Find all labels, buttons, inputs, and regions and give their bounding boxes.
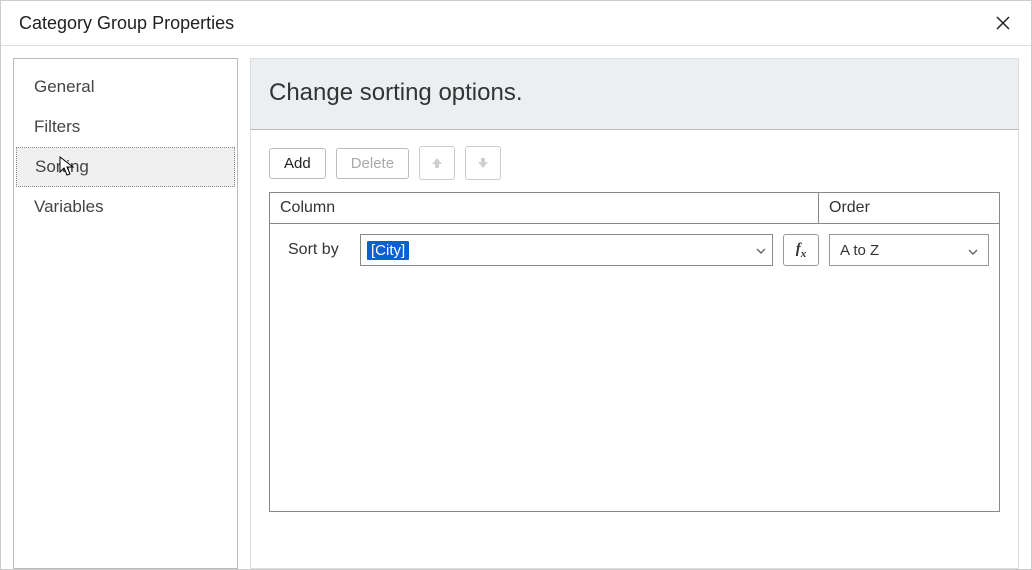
close-icon — [996, 16, 1010, 30]
move-down-button[interactable] — [465, 146, 501, 180]
grid-header-column: Column — [270, 193, 819, 223]
titlebar: Category Group Properties — [1, 1, 1031, 45]
close-button[interactable] — [989, 9, 1017, 37]
sidebar-item-label: Filters — [34, 117, 80, 136]
toolbar: Add Delete — [269, 146, 1000, 180]
main-panel: Change sorting options. Add Delete Colum… — [250, 58, 1019, 569]
column-combo[interactable]: [City] — [360, 234, 773, 266]
delete-button[interactable]: Delete — [336, 148, 409, 179]
panel-header: Change sorting options. — [250, 58, 1019, 129]
order-combo[interactable]: A to Z — [829, 234, 989, 266]
column-combo-value: [City] — [367, 241, 409, 260]
sidebar-item-general[interactable]: General — [14, 67, 237, 107]
panel-body: Add Delete Column Order Sort by — [250, 129, 1019, 569]
move-up-button[interactable] — [419, 146, 455, 180]
dialog-title: Category Group Properties — [19, 13, 234, 34]
arrow-down-icon — [476, 156, 490, 170]
sort-by-label: Sort by — [280, 241, 350, 259]
content: General Filters Sorting Variables Change… — [1, 45, 1031, 569]
sidebar-item-filters[interactable]: Filters — [14, 107, 237, 147]
sort-grid: Column Order Sort by [City] fx — [269, 192, 1000, 512]
chevron-down-icon — [756, 243, 766, 257]
grid-row: Sort by [City] fx A to Z — [270, 224, 999, 276]
order-combo-value: A to Z — [840, 242, 879, 259]
sidebar-item-variables[interactable]: Variables — [14, 187, 237, 227]
sidebar-item-label: Sorting — [35, 157, 89, 176]
fx-icon: fx — [796, 241, 807, 260]
chevron-down-icon — [968, 242, 978, 259]
sidebar: General Filters Sorting Variables — [13, 58, 238, 569]
grid-header-order: Order — [819, 193, 999, 223]
dialog: Category Group Properties General Filter… — [0, 0, 1032, 570]
sidebar-item-sorting[interactable]: Sorting — [16, 147, 235, 187]
add-button[interactable]: Add — [269, 148, 326, 179]
arrow-up-icon — [430, 156, 444, 170]
sidebar-item-label: General — [34, 77, 94, 96]
grid-header: Column Order — [270, 193, 999, 224]
panel-heading: Change sorting options. — [269, 79, 1000, 107]
expression-button[interactable]: fx — [783, 234, 819, 266]
sidebar-item-label: Variables — [34, 197, 104, 216]
